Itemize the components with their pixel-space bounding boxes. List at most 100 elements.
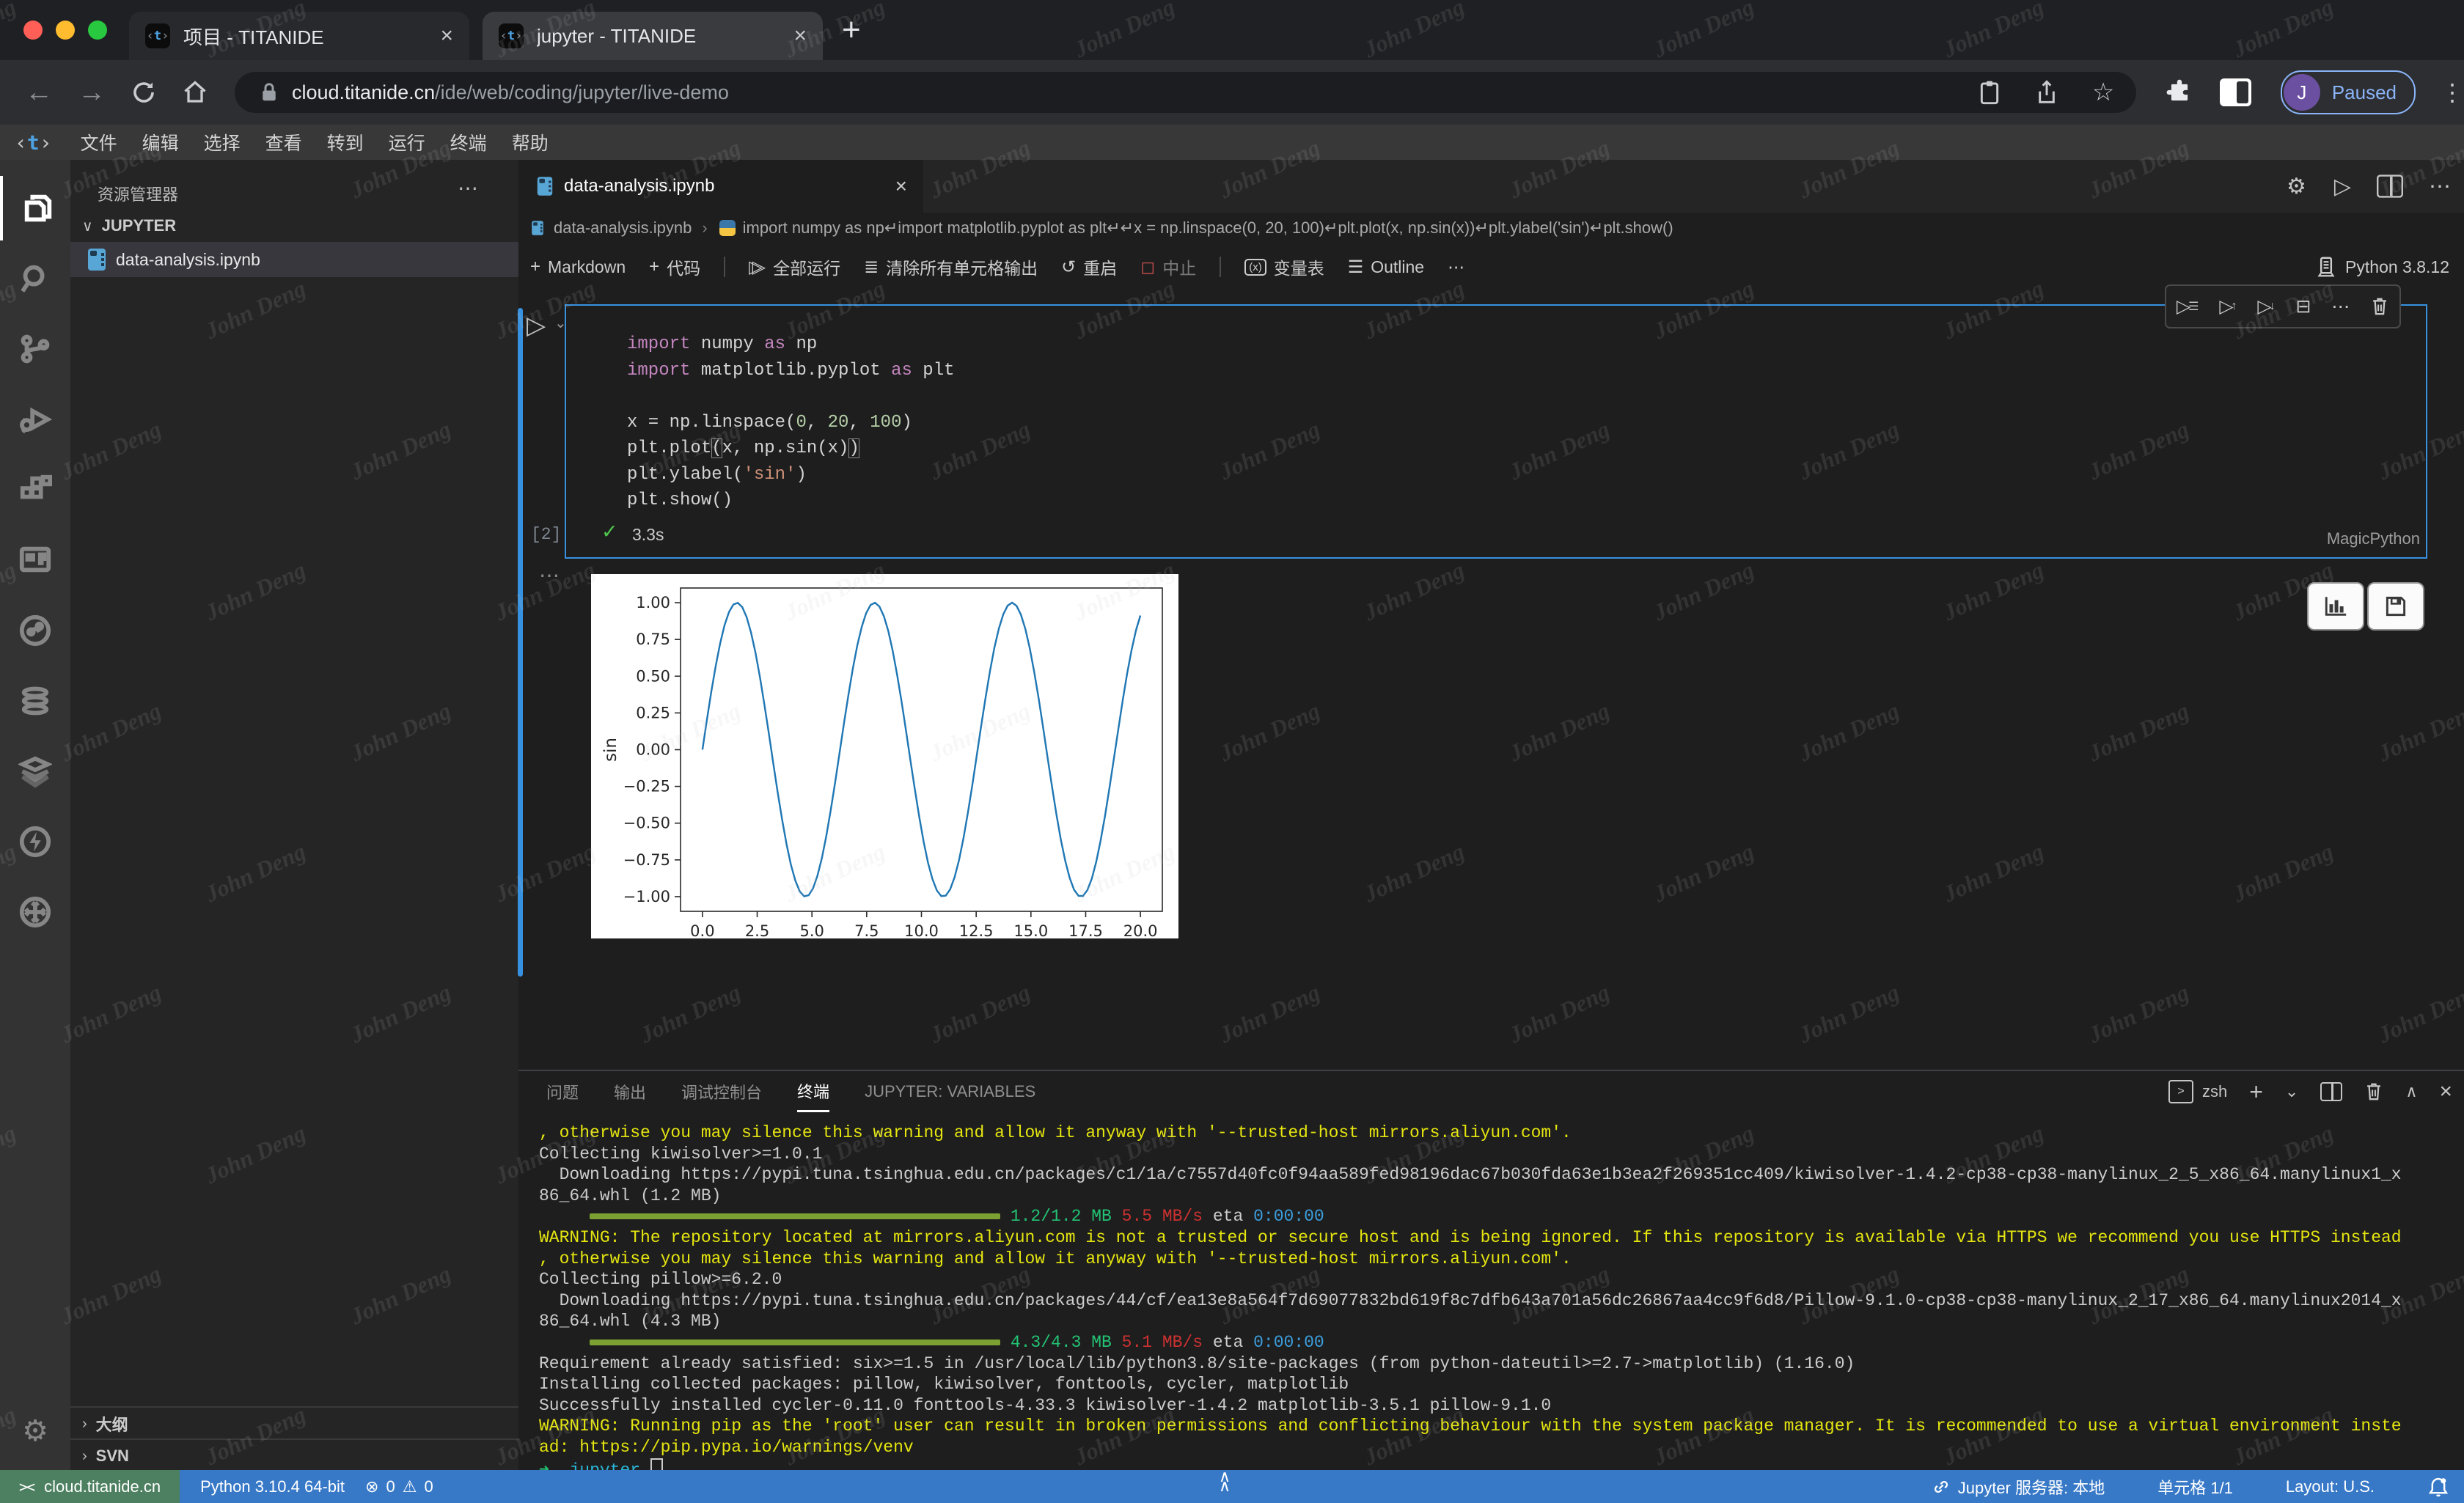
output-options-icon[interactable]: ⋯	[539, 563, 561, 587]
browser-tab-project[interactable]: ‹t› 项目 - TITANIDE ×	[129, 12, 469, 60]
forward-icon[interactable]: →	[78, 77, 106, 109]
lock-icon[interactable]	[260, 81, 279, 103]
run-debug-icon[interactable]	[0, 387, 70, 452]
shell-selector[interactable]: > zsh	[2168, 1080, 2227, 1103]
interrupt-button[interactable]: ◻中止	[1140, 254, 1196, 279]
run-all-button[interactable]: ▷▷全部运行	[749, 254, 840, 279]
add-code-button[interactable]: +代码	[649, 254, 700, 279]
search-icon[interactable]	[0, 246, 70, 311]
tab-problems[interactable]: 问题	[546, 1071, 579, 1112]
browser-tab-jupyter[interactable]: ‹t› jupyter - TITANIDE ×	[483, 12, 823, 60]
run-below-icon[interactable]: ▷↓	[2257, 295, 2275, 317]
code-line[interactable]: import numpy as np	[627, 331, 955, 358]
reload-icon[interactable]	[131, 79, 157, 106]
section-svn[interactable]: › SVN	[70, 1438, 518, 1472]
new-terminal-icon[interactable]: +	[2249, 1078, 2263, 1106]
settings-gear-icon[interactable]: ⚙	[0, 1399, 70, 1463]
problems-summary[interactable]: ⊗0 ⚠0	[365, 1477, 433, 1496]
code-line[interactable]: plt.plot(x, np.sin(x))	[627, 436, 955, 462]
tab-jupyter-variables[interactable]: JUPYTER: VARIABLES	[865, 1071, 1035, 1112]
panel-expand-chevrons-icon[interactable]: ∧∧	[1219, 1471, 1231, 1491]
save-output-button[interactable]	[2367, 582, 2424, 631]
terminal-output[interactable]: , otherwise you may silence this warning…	[539, 1122, 2446, 1479]
variables-button[interactable]: (x)变量表	[1244, 254, 1324, 279]
power-tools-icon[interactable]	[0, 809, 70, 874]
profile-badge[interactable]: J Paused	[2281, 70, 2416, 114]
window-minimize-button[interactable]	[56, 21, 75, 40]
menu-help[interactable]: 帮助	[499, 129, 561, 155]
tab-close-icon[interactable]: ×	[793, 23, 807, 48]
code-lines[interactable]: import numpy as npimport matplotlib.pypl…	[627, 331, 955, 514]
database-icon[interactable]	[0, 669, 70, 733]
tab-debug-console[interactable]: 调试控制台	[681, 1071, 762, 1112]
run-by-line-icon[interactable]: ▷☰	[2177, 295, 2199, 317]
window-close-button[interactable]	[23, 21, 43, 40]
terminal-dropdown-icon[interactable]: ⌄	[2285, 1082, 2298, 1101]
menu-terminal[interactable]: 终端	[438, 129, 499, 155]
tab-output[interactable]: 输出	[614, 1071, 646, 1112]
clipboard-icon[interactable]	[1978, 79, 2001, 106]
menu-run[interactable]: 运行	[376, 129, 438, 155]
back-icon[interactable]: ←	[25, 77, 53, 109]
run-cell-dropdown-icon[interactable]: ⌄	[554, 314, 567, 332]
remote-indicator[interactable]: >< cloud.titanide.cn	[0, 1470, 180, 1503]
extensions-puzzle-icon[interactable]	[2166, 78, 2193, 106]
code-line[interactable]: import matplotlib.pyplot as plt	[627, 358, 955, 384]
live-share-icon[interactable]	[0, 598, 70, 663]
editor-tab-notebook[interactable]: data-analysis.ipynb ×	[518, 160, 923, 213]
kernel-picker[interactable]: Python 3.8.12	[2316, 243, 2449, 290]
url-bar[interactable]: cloud.titanide.cn/ide/web/coding/jupyter…	[235, 72, 2136, 113]
run-notebook-icon[interactable]: ▷	[2334, 174, 2351, 199]
menu-selection[interactable]: 选择	[191, 129, 253, 155]
breadcrumb-cell-code[interactable]: import numpy as np↵import matplotlib.pyp…	[743, 218, 1673, 238]
explorer-icon[interactable]	[0, 176, 73, 240]
tab-terminal[interactable]: 终端	[797, 1071, 829, 1112]
jupyter-server-status[interactable]: Jupyter 服务器: 本地	[1932, 1475, 2105, 1499]
toolbar-more-icon[interactable]: ⋯	[1448, 257, 1464, 277]
source-control-icon[interactable]	[0, 317, 70, 381]
python-interpreter[interactable]: Python 3.10.4 64-bit	[200, 1477, 345, 1496]
keyboard-layout[interactable]: Layout: U.S.	[2286, 1477, 2375, 1496]
share-icon[interactable]	[2035, 79, 2058, 106]
code-line[interactable]: plt.ylabel('sin')	[627, 462, 955, 488]
menu-edit[interactable]: 编辑	[130, 129, 191, 155]
section-outline[interactable]: › 大纲	[70, 1406, 518, 1440]
split-editor-icon[interactable]	[2377, 174, 2403, 197]
bookmark-star-icon[interactable]: ☆	[2092, 78, 2114, 107]
side-panel-icon[interactable]	[2220, 78, 2251, 106]
cell-position[interactable]: 单元格 1/1	[2157, 1475, 2233, 1499]
change-presentation-button[interactable]	[2307, 582, 2364, 631]
preview-browser-icon[interactable]	[0, 528, 70, 592]
window-maximize-button[interactable]	[88, 21, 107, 40]
browser-menu-kebab-icon[interactable]: ⋮	[2441, 78, 2464, 106]
extensions-icon[interactable]	[0, 457, 70, 522]
clear-outputs-button[interactable]: ≣清除所有单元格输出	[864, 254, 1038, 279]
menu-file[interactable]: 文件	[68, 129, 130, 155]
code-line[interactable]: plt.show()	[627, 488, 955, 514]
file-item-notebook[interactable]: data-analysis.ipynb	[70, 242, 518, 277]
menu-goto[interactable]: 转到	[315, 129, 376, 155]
run-cell-icon[interactable]: ▷	[527, 311, 546, 340]
notifications-bell-icon[interactable]	[2427, 1476, 2449, 1498]
home-icon[interactable]	[182, 79, 208, 106]
add-markdown-button[interactable]: +Markdown	[530, 257, 626, 277]
explorer-more-icon[interactable]: ⋯	[458, 176, 478, 200]
split-cell-icon[interactable]: ⊟	[2295, 295, 2311, 317]
kill-terminal-icon[interactable]	[2364, 1081, 2383, 1102]
close-panel-icon[interactable]: ×	[2439, 1079, 2452, 1104]
code-line[interactable]	[627, 383, 955, 410]
editor-more-icon[interactable]: ⋯	[2429, 174, 2451, 199]
tab-close-icon[interactable]: ×	[895, 174, 907, 198]
delete-cell-icon[interactable]	[2370, 296, 2389, 317]
cell-more-icon[interactable]: ⋯	[2331, 295, 2350, 317]
menu-view[interactable]: 查看	[253, 129, 315, 155]
maximize-panel-icon[interactable]: ∧	[2405, 1082, 2417, 1101]
restart-kernel-button[interactable]: ↺重启	[1061, 254, 1117, 279]
layers-icon[interactable]	[0, 739, 70, 804]
breadcrumb-file[interactable]: data-analysis.ipynb	[554, 218, 692, 238]
code-line[interactable]: x = np.linspace(0, 20, 100)	[627, 410, 955, 436]
section-jupyter[interactable]: ∨ JUPYTER	[70, 210, 518, 242]
tab-close-icon[interactable]: ×	[440, 23, 453, 48]
language-mode[interactable]: MagicPython	[2303, 529, 2420, 548]
split-terminal-icon[interactable]	[2320, 1082, 2342, 1101]
